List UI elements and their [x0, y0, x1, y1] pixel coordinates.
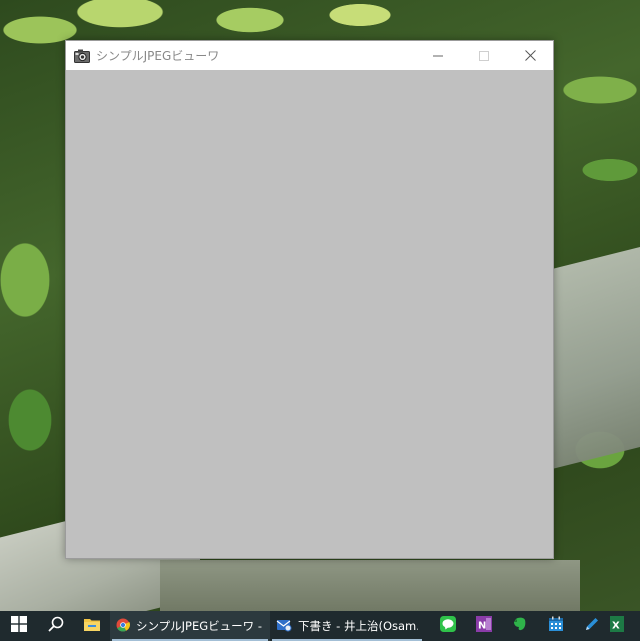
calendar-icon: [548, 616, 564, 636]
taskbar-app-label: 下書き - 井上治(Osam...: [298, 619, 418, 633]
search-icon: [48, 616, 64, 636]
svg-text:X: X: [612, 621, 620, 632]
title-bar[interactable]: シンプルJPEGビューワ: [66, 41, 553, 70]
file-explorer-button[interactable]: [74, 611, 110, 641]
taskbar-pinned-calendar[interactable]: [538, 611, 574, 641]
minimize-icon: [433, 46, 443, 65]
evernote-icon: [512, 616, 528, 636]
taskbar-pinned-onenote[interactable]: N: [466, 611, 502, 641]
maximize-button[interactable]: [461, 41, 507, 70]
file-explorer-icon: [83, 617, 101, 636]
maximize-icon: [479, 46, 489, 65]
pen-icon: [584, 616, 600, 636]
taskbar-pinned-excel[interactable]: X: [610, 611, 632, 641]
onenote-icon: N: [476, 616, 492, 636]
window-title: シンプルJPEGビューワ: [96, 49, 220, 63]
close-icon: [524, 46, 536, 65]
taskbar-pinned-line[interactable]: [430, 611, 466, 641]
taskbar-app-mail[interactable]: 下書き - 井上治(Osam...: [270, 611, 424, 641]
wallpaper-wall-right: [548, 240, 640, 470]
taskbar-app-chrome[interactable]: シンプルJPEGビューワ - ...: [110, 611, 270, 641]
taskbar-pinned-pen[interactable]: [574, 611, 610, 641]
taskbar-app-label: シンプルJPEGビューワ - ...: [136, 619, 264, 633]
excel-icon: X: [610, 616, 624, 636]
jpeg-viewer-window[interactable]: シンプルJPEGビューワ: [65, 40, 554, 559]
wallpaper-wall-base: [160, 560, 580, 611]
search-button[interactable]: [38, 611, 74, 641]
taskbar-pinned-evernote[interactable]: [502, 611, 538, 641]
close-button[interactable]: [507, 41, 553, 70]
window-controls: [415, 41, 553, 70]
mail-icon: [276, 618, 292, 635]
start-button[interactable]: [0, 611, 38, 641]
minimize-button[interactable]: [415, 41, 461, 70]
image-display-area[interactable]: [66, 70, 553, 558]
svg-text:N: N: [478, 621, 486, 632]
camera-icon[interactable]: [74, 48, 90, 64]
line-icon: [440, 616, 456, 636]
windows-start-icon: [11, 616, 27, 636]
chrome-icon: [116, 618, 130, 635]
taskbar: シンプルJPEGビューワ - ... 下書き - 井上治(Osam... N X: [0, 611, 640, 641]
